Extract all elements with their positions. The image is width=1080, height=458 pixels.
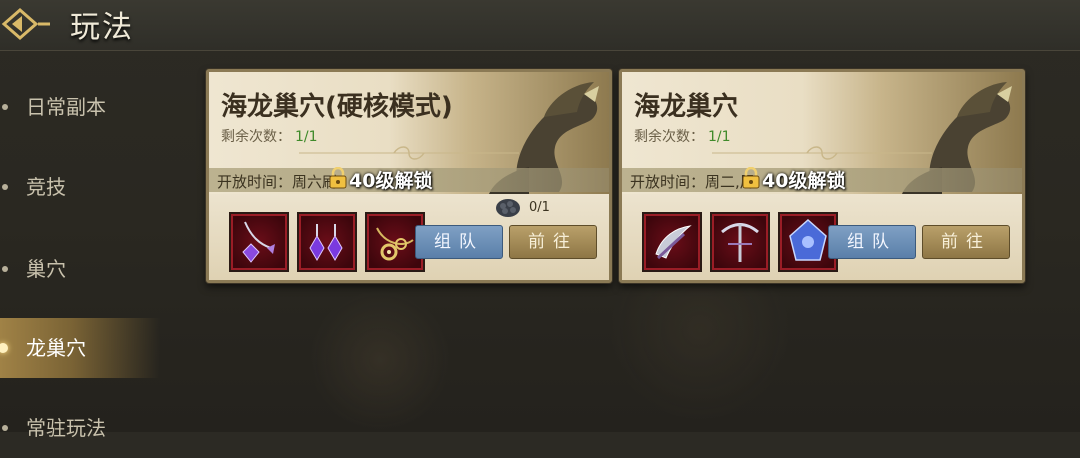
reward-item-slot[interactable] xyxy=(642,212,702,272)
sidebar-item-label: 龙巢穴 xyxy=(26,336,86,360)
remaining-tries-value: 1/1 xyxy=(295,129,318,145)
sidebar: 日常副本 竞技 巢穴 龙巢穴 常驻玩法 xyxy=(0,50,160,440)
open-time-text: 开放时间：周二,周 xyxy=(630,173,755,191)
team-up-button[interactable]: 组队 xyxy=(415,225,503,259)
reward-item-slot[interactable] xyxy=(297,212,357,272)
amethyst-earrings-icon xyxy=(309,224,343,261)
remaining-tries: 剩余次数： 1/1 xyxy=(221,126,318,146)
sidebar-item-label: 常驻玩法 xyxy=(26,416,106,440)
unlock-level-text: 40级解锁 xyxy=(349,170,433,192)
bullet-dot-icon xyxy=(2,425,8,431)
back-arrow-icon xyxy=(1,8,50,40)
sidebar-item-permanent-modes[interactable]: 常驻玩法 xyxy=(0,398,160,458)
back-button[interactable] xyxy=(0,6,56,42)
sidebar-item-arena[interactable]: 竞技 xyxy=(0,157,160,217)
sidebar-item-label: 巢穴 xyxy=(26,257,66,281)
crescent-blade-icon xyxy=(655,225,692,260)
dungeon-name: 海龙巢穴(硬核模式) xyxy=(221,92,453,122)
sidebar-item-label: 日常副本 xyxy=(26,95,106,119)
ornament-divider-icon xyxy=(299,146,519,160)
go-button[interactable]: 前往 xyxy=(509,225,597,259)
remaining-tries-value: 1/1 xyxy=(708,129,731,145)
lock-icon xyxy=(742,167,760,189)
sidebar-item-label: 竞技 xyxy=(26,175,66,199)
ornament-divider-icon xyxy=(712,146,932,160)
team-up-button[interactable]: 组队 xyxy=(828,225,916,259)
dungeon-card-normal[interactable]: 海龙巢穴 剩余次数： 1/1 开放时间：周二,周 40级解锁 组队 前往 xyxy=(619,69,1025,283)
reward-item-slot[interactable] xyxy=(229,212,289,272)
go-button[interactable]: 前往 xyxy=(922,225,1010,259)
unlock-level-text: 40级解锁 xyxy=(762,170,846,192)
dark-stone-icon xyxy=(496,199,520,217)
dungeon-name: 海龙巢穴 xyxy=(634,92,739,122)
amethyst-necklace-icon xyxy=(242,221,275,263)
open-time-text: 开放时间：周六刷 xyxy=(217,173,338,191)
stone-count: 0/1 xyxy=(529,200,550,215)
dungeon-card-hardcore[interactable]: 海龙巢穴(硬核模式) 剩余次数：1/1 开放时间：周六刷 40级解锁 0/1 xyxy=(206,69,612,283)
bullet-dot-icon xyxy=(0,343,8,353)
bullet-dot-icon xyxy=(2,266,8,272)
reward-item-slot[interactable] xyxy=(710,212,770,272)
remaining-tries-label: 剩余次数： xyxy=(221,129,291,145)
sidebar-item-daily-dungeon[interactable]: 日常副本 xyxy=(0,77,160,137)
crossbow-icon xyxy=(721,223,759,262)
bullet-dot-icon xyxy=(2,104,8,110)
top-bar: 玩法 xyxy=(0,0,1080,51)
remaining-tries-label: 剩余次数： xyxy=(634,129,704,145)
bullet-dot-icon xyxy=(2,184,8,190)
lock-icon xyxy=(329,167,347,189)
sidebar-item-dragon-nest[interactable]: 龙巢穴 xyxy=(0,318,160,378)
sidebar-item-nest[interactable]: 巢穴 xyxy=(0,239,160,299)
page-title: 玩法 xyxy=(70,10,134,45)
remaining-tries: 剩余次数： 1/1 xyxy=(634,126,731,146)
